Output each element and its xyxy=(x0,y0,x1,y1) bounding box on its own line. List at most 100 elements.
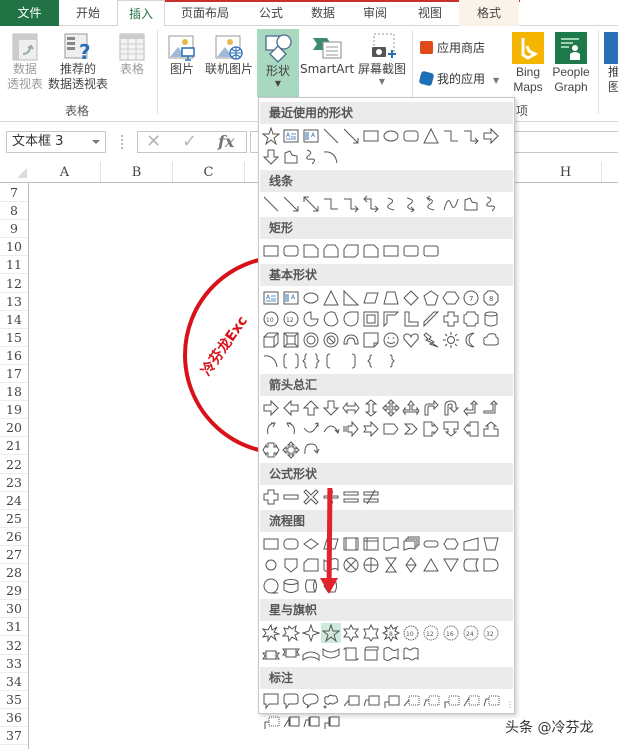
row-header[interactable]: 30 xyxy=(0,600,28,619)
shape-pie-icon[interactable] xyxy=(301,309,321,329)
row-header[interactable]: 34 xyxy=(0,673,28,691)
shape-storeddata-icon[interactable] xyxy=(461,555,481,575)
shape-elbow-icon[interactable] xyxy=(441,126,461,146)
name-box-dropdown-icon[interactable] xyxy=(92,140,100,144)
shape-textbox-icon[interactable]: A xyxy=(261,288,281,308)
shape-chevron-icon[interactable] xyxy=(401,419,421,439)
shape-parallelogram-icon[interactable] xyxy=(361,288,381,308)
row-header[interactable]: 35 xyxy=(0,691,28,709)
shape-leftbrace-icon[interactable] xyxy=(361,351,381,371)
shape-moon-icon[interactable] xyxy=(461,330,481,350)
formula-bar-grip[interactable] xyxy=(121,135,123,149)
shape-nosymbol-icon[interactable] xyxy=(321,330,341,350)
tab-data[interactable]: 数据 xyxy=(297,0,349,26)
shape-leftarrow-icon[interactable] xyxy=(281,398,301,418)
shape-rightcallout-icon[interactable] xyxy=(421,419,441,439)
shape-rect-icon[interactable] xyxy=(381,241,401,261)
shape-rectcallout-icon[interactable] xyxy=(261,691,281,711)
shape-rect-icon[interactable] xyxy=(261,241,281,261)
shape-curvedright-icon[interactable] xyxy=(261,419,281,439)
shape-star24-icon[interactable]: 24 xyxy=(461,623,481,643)
shape-circulararrow-icon[interactable] xyxy=(301,440,321,460)
shape-rightarrow-icon[interactable] xyxy=(481,126,501,146)
shape-line-icon[interactable] xyxy=(321,126,341,146)
shape-sort-icon[interactable] xyxy=(401,555,421,575)
shape-rightarrow-icon[interactable] xyxy=(261,398,281,418)
shape-star8-icon[interactable]: 8 xyxy=(381,623,401,643)
shape-minus-icon[interactable] xyxy=(281,487,301,507)
shape-linecallout2n-icon[interactable] xyxy=(421,691,441,711)
shape-plus-icon[interactable] xyxy=(261,487,281,507)
shape-curvedleft-icon[interactable] xyxy=(281,419,301,439)
shape-process-icon[interactable] xyxy=(261,534,281,554)
people-graph-button[interactable]: People Graph xyxy=(550,32,592,95)
shape-notched-icon[interactable] xyxy=(361,419,381,439)
shape-octagon-icon[interactable]: 8 xyxy=(481,288,501,308)
shape-lrcallout-icon[interactable] xyxy=(261,440,281,460)
row-header[interactable]: 12 xyxy=(0,275,28,293)
gallery-resize-grip[interactable]: ⋮ xyxy=(506,701,514,709)
shape-linecallout2b-icon[interactable] xyxy=(481,691,501,711)
screenshot-button[interactable]: 屏幕截图 ▼ xyxy=(355,32,409,87)
my-apps-button[interactable]: 我的应用 ▼ xyxy=(418,69,499,89)
shape-star12-icon[interactable]: 12 xyxy=(421,623,441,643)
row-header[interactable]: 8 xyxy=(0,202,28,221)
shape-decagon-icon[interactable]: 10 xyxy=(261,309,281,329)
shape-scribble-icon[interactable] xyxy=(481,194,501,214)
row-header[interactable]: 18 xyxy=(0,383,28,402)
column-header-c[interactable]: C xyxy=(173,162,245,182)
row-header[interactable]: 10 xyxy=(0,238,28,257)
row-header[interactable]: 27 xyxy=(0,546,28,564)
row-header[interactable]: 23 xyxy=(0,474,28,492)
insert-function-icon[interactable]: fx xyxy=(218,132,234,152)
shape-arc-icon[interactable] xyxy=(261,351,281,371)
shape-linecallout1a-icon[interactable] xyxy=(281,712,301,732)
tab-review[interactable]: 审阅 xyxy=(349,0,401,26)
enter-icon[interactable]: ✓ xyxy=(182,132,197,152)
shape-snip1-icon[interactable] xyxy=(301,241,321,261)
shape-extract-icon[interactable] xyxy=(421,555,441,575)
shape-chord-icon[interactable] xyxy=(321,309,341,329)
shape-merge-icon[interactable] xyxy=(441,555,461,575)
shape-predefined-icon[interactable] xyxy=(341,534,361,554)
shape-snip2-icon[interactable] xyxy=(321,241,341,261)
shape-ovalcallout-icon[interactable] xyxy=(301,691,321,711)
row-header[interactable]: 15 xyxy=(0,329,28,347)
shape-decision-icon[interactable] xyxy=(301,534,321,554)
shape-downarrow-icon[interactable] xyxy=(261,147,281,167)
tab-formulas[interactable]: 公式 xyxy=(245,0,297,26)
shape-curveddown-icon[interactable] xyxy=(321,419,341,439)
shape-teardrop-icon[interactable] xyxy=(341,309,361,329)
row-header[interactable]: 14 xyxy=(0,311,28,329)
shape-star7-icon[interactable] xyxy=(361,623,381,643)
select-all-corner[interactable] xyxy=(17,168,27,178)
shape-card-icon[interactable] xyxy=(301,555,321,575)
shape-preparation-icon[interactable] xyxy=(441,534,461,554)
shape-udarrow-icon[interactable] xyxy=(361,398,381,418)
tab-file[interactable]: 文件 xyxy=(0,0,59,26)
shape-donut-icon[interactable] xyxy=(301,330,321,350)
shape-manualinput-icon[interactable] xyxy=(461,534,481,554)
shape-or-icon[interactable] xyxy=(361,555,381,575)
smartart-button[interactable]: SmartArt xyxy=(300,32,354,77)
shape-roundrect3-icon[interactable] xyxy=(421,241,441,261)
row-header[interactable]: 16 xyxy=(0,347,28,365)
shape-linecallout1n-icon[interactable] xyxy=(401,691,421,711)
row-header[interactable]: 26 xyxy=(0,528,28,546)
shape-arc-icon[interactable] xyxy=(321,147,341,167)
row-header[interactable]: 36 xyxy=(0,709,28,727)
online-pictures-button[interactable]: 联机图片 xyxy=(202,32,256,77)
shape-triangle-icon[interactable] xyxy=(321,288,341,308)
shape-offpage-icon[interactable] xyxy=(281,555,301,575)
shape-leftuparrow-icon[interactable] xyxy=(461,398,481,418)
row-header[interactable]: 37 xyxy=(0,727,28,745)
shape-lshape-icon[interactable] xyxy=(401,309,421,329)
shape-collate-icon[interactable] xyxy=(381,555,401,575)
shape-notequal-icon[interactable] xyxy=(361,487,381,507)
tab-insert[interactable]: 插入 xyxy=(117,0,165,27)
shape-uparrow-icon[interactable] xyxy=(301,398,321,418)
row-header[interactable]: 33 xyxy=(0,655,28,673)
shape-ribbondown-icon[interactable] xyxy=(281,644,301,664)
shape-roundcallout-icon[interactable] xyxy=(281,691,301,711)
shape-explosion1-icon[interactable] xyxy=(261,623,281,643)
